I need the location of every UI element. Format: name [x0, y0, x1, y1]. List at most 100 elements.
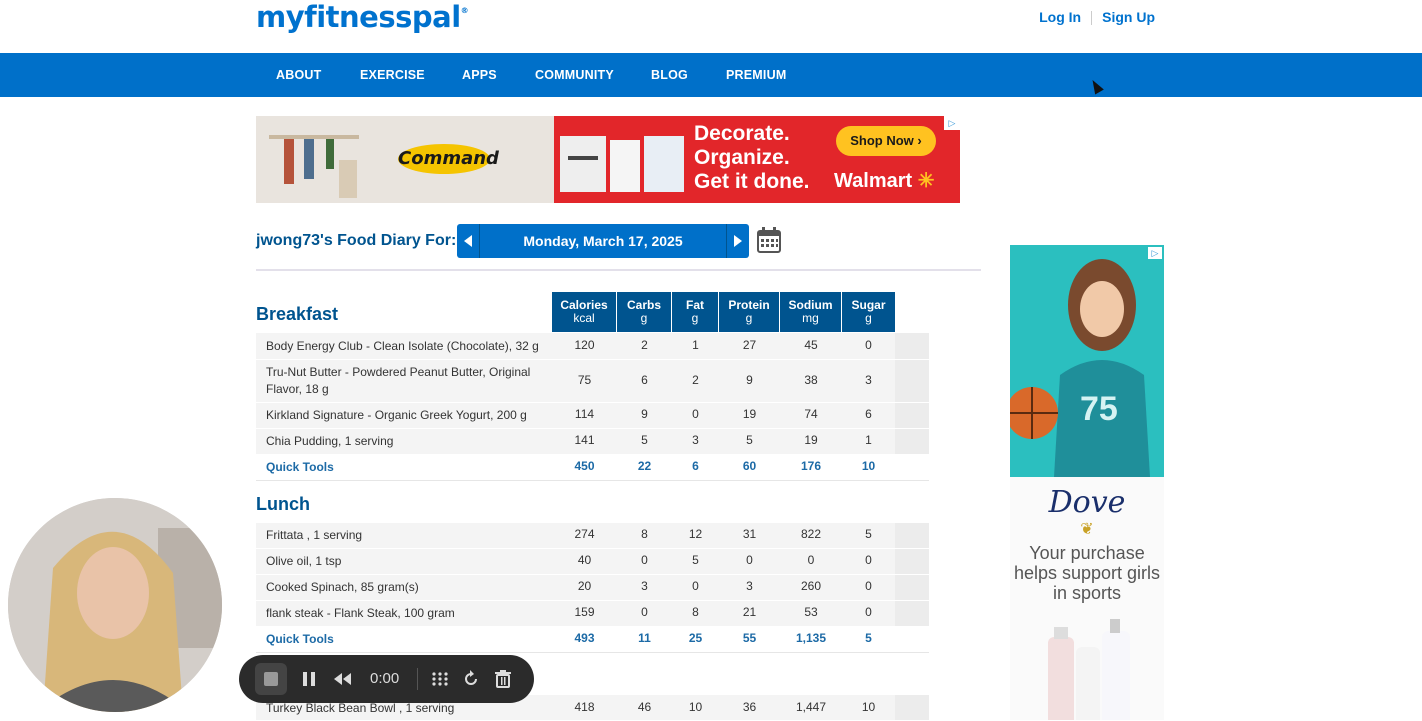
food-row[interactable]: Kirkland Signature - Organic Greek Yogur…: [256, 403, 929, 429]
total-fat: 25: [688, 631, 703, 645]
food-row[interactable]: Tru-Nut Butter - Powdered Peanut Butter,…: [256, 360, 929, 403]
chevron-right-icon: [734, 235, 742, 247]
food-calories: 418: [574, 700, 595, 714]
total-sugar: 10: [861, 459, 876, 473]
food-fat: 2: [692, 373, 699, 387]
food-carbs: 3: [641, 579, 648, 593]
row-actions-cell[interactable]: [895, 695, 929, 720]
food-sodium: 38: [804, 373, 818, 387]
adchoices-icon[interactable]: ▷: [1148, 247, 1162, 259]
col-header-sodium: Sodium mg: [780, 292, 842, 332]
food-name[interactable]: Body Energy Club - Clean Isolate (Chocol…: [266, 338, 546, 355]
row-actions-cell[interactable]: [895, 403, 929, 428]
quick-tools-link[interactable]: Quick Tools: [266, 459, 546, 476]
food-protein: 19: [742, 407, 757, 421]
signup-link[interactable]: Sign Up: [1102, 9, 1155, 25]
food-sugar: 6: [865, 407, 872, 421]
coat-rack-icon: [269, 135, 359, 198]
trash-icon[interactable]: [493, 669, 513, 689]
food-calories: 40: [577, 553, 592, 567]
food-row[interactable]: Frittata , 1 serving 274 8 12 31 822 5: [256, 523, 929, 549]
row-actions-cell[interactable]: [895, 360, 929, 402]
row-actions-cell[interactable]: [895, 333, 929, 359]
next-date-button[interactable]: [726, 224, 749, 258]
total-sodium: 176: [800, 459, 822, 473]
food-name[interactable]: Kirkland Signature - Organic Greek Yogur…: [266, 407, 546, 424]
auth-links: Log In Sign Up: [1039, 9, 1155, 26]
command-logo: Command: [398, 144, 499, 174]
food-calories: 20: [577, 579, 592, 593]
food-row[interactable]: Chia Pudding, 1 serving 141 5 3 5 19 1: [256, 429, 929, 455]
rewind-icon[interactable]: [332, 669, 352, 689]
side-ad[interactable]: 75 ▷ Dove ❦ Your purchase helps support …: [1010, 245, 1164, 720]
food-carbs: 5: [641, 433, 648, 447]
food-protein: 0: [746, 553, 753, 567]
quick-tools-link[interactable]: Quick Tools: [266, 631, 546, 648]
dove-ad-text: Your purchase helps support girls in spo…: [1013, 543, 1161, 603]
food-name[interactable]: Olive oil, 1 tsp: [266, 553, 546, 570]
adchoices-icon[interactable]: ▷: [944, 116, 960, 130]
drag-handle-icon[interactable]: [430, 669, 450, 689]
col-header-carbs: Carbs g: [617, 292, 672, 332]
restart-icon[interactable]: [461, 669, 481, 689]
food-name[interactable]: Frittata , 1 serving: [266, 527, 546, 544]
food-name[interactable]: flank steak - Flank Steak, 100 gram: [266, 605, 546, 622]
total-calories: 493: [574, 631, 595, 645]
nav-apps[interactable]: APPS: [462, 68, 497, 82]
row-actions-cell[interactable]: [895, 523, 929, 548]
meal-title-lunch: Lunch: [256, 494, 310, 514]
auth-divider: [1091, 11, 1093, 26]
food-fat: 12: [688, 527, 703, 541]
food-carbs: 8: [641, 527, 648, 541]
site-logo[interactable]: myfitnesspal®: [256, 0, 469, 34]
food-sugar: 1: [865, 433, 872, 447]
food-sugar: 0: [865, 605, 872, 619]
banner-ad-promo: Decorate. Organize. Get it done. Shop No…: [554, 116, 960, 203]
food-carbs: 0: [641, 605, 648, 619]
food-sodium: 822: [800, 527, 822, 541]
nav-blog[interactable]: BLOG: [651, 68, 688, 82]
pause-icon[interactable]: [299, 669, 319, 689]
banner-ad-image: Command: [256, 116, 554, 203]
food-fat: 1: [692, 338, 699, 352]
food-sodium: 260: [800, 579, 822, 593]
col-header-fat: Fat g: [672, 292, 719, 332]
row-actions-cell[interactable]: [895, 575, 929, 600]
walmart-logo: Walmart ✳: [834, 170, 935, 192]
total-sodium: 1,135: [795, 631, 827, 645]
food-sugar: 5: [865, 527, 872, 541]
row-actions-cell[interactable]: [895, 601, 929, 626]
food-fat: 0: [692, 579, 699, 593]
nav-exercise[interactable]: EXERCISE: [360, 68, 425, 82]
food-protein: 31: [742, 527, 757, 541]
date-navigator: Monday, March 17, 2025: [457, 224, 749, 258]
prev-date-button[interactable]: [457, 224, 480, 258]
food-protein: 36: [742, 700, 757, 714]
login-link[interactable]: Log In: [1039, 9, 1081, 25]
food-row[interactable]: Cooked Spinach, 85 gram(s) 20 3 0 3 260 …: [256, 575, 929, 601]
nav-about[interactable]: ABOUT: [276, 68, 321, 82]
col-header-protein: Protein g: [719, 292, 780, 332]
nav-community[interactable]: COMMUNITY: [535, 68, 614, 82]
food-row[interactable]: flank steak - Flank Steak, 100 gram 159 …: [256, 601, 929, 627]
food-name[interactable]: Cooked Spinach, 85 gram(s): [266, 579, 546, 596]
section-divider: [256, 269, 981, 271]
side-ad-photo: 75 ▷: [1010, 245, 1164, 477]
row-actions-cell[interactable]: [895, 549, 929, 574]
stop-recording-button[interactable]: [255, 663, 287, 695]
dove-products-image: [1048, 619, 1130, 720]
calendar-icon[interactable]: [757, 227, 781, 253]
food-sodium: 19: [804, 433, 818, 447]
food-name[interactable]: Chia Pudding, 1 serving: [266, 433, 546, 450]
row-actions-cell[interactable]: [895, 429, 929, 454]
food-sugar: 3: [865, 373, 872, 387]
total-carbs: 22: [637, 459, 652, 473]
banner-ad[interactable]: Command Decorate. Organize. Get it done.…: [256, 116, 960, 203]
food-row[interactable]: Olive oil, 1 tsp 40 0 5 0 0 0: [256, 549, 929, 575]
food-row[interactable]: Body Energy Club - Clean Isolate (Chocol…: [256, 333, 929, 360]
food-sugar: 0: [865, 579, 872, 593]
total-calories: 450: [574, 459, 595, 473]
nav-premium[interactable]: PREMIUM: [726, 68, 786, 82]
shop-now-button[interactable]: Shop Now ›: [836, 126, 936, 156]
food-name[interactable]: Tru-Nut Butter - Powdered Peanut Butter,…: [266, 364, 546, 398]
